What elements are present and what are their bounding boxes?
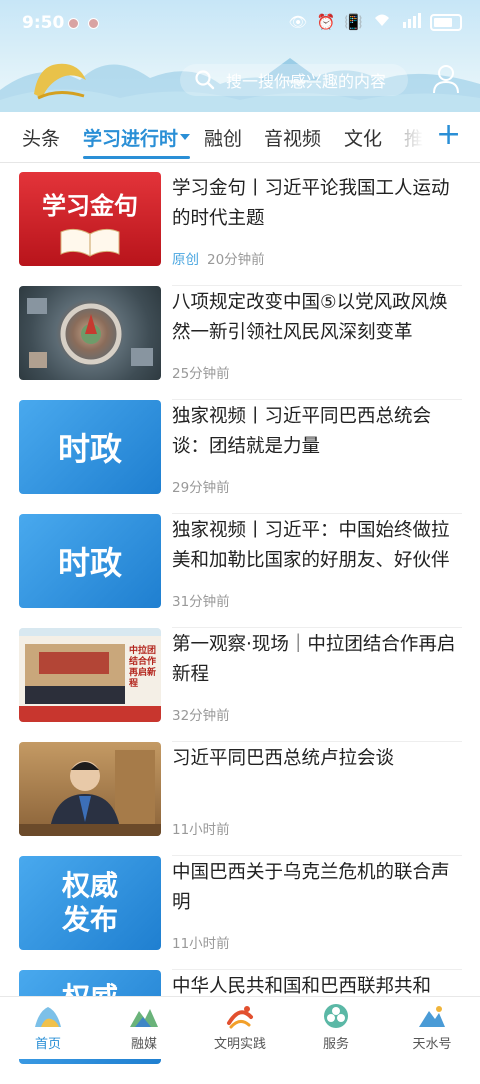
status-time: 9:50	[22, 13, 65, 33]
news-thumbnail	[19, 286, 161, 380]
list-item[interactable]: 习近平同巴西总统卢拉会谈 11小时前	[0, 742, 480, 856]
wifi-icon	[372, 12, 392, 32]
news-meta: 原创 20分钟前	[172, 248, 265, 268]
add-channel-icon[interactable]: +	[436, 120, 461, 150]
news-meta: 32分钟前	[172, 704, 230, 724]
news-source: 原创	[172, 252, 199, 268]
news-title[interactable]: 中国巴西关于乌克兰危机的联合声明	[172, 858, 462, 918]
chevron-down-icon	[180, 133, 191, 140]
app-header: 9:50 👁 ⏰ 📳 搜一搜你感兴趣的内容	[0, 0, 480, 112]
signal-icon	[401, 12, 421, 32]
news-time: 31分钟前	[172, 594, 230, 610]
bottom-navigation: 首页 融媒 文明实践 服务 天水号	[0, 996, 480, 1059]
search-placeholder: 搜一搜你感兴趣的内容	[226, 72, 387, 91]
notification-dot-icon	[68, 18, 79, 29]
tab-study[interactable]: 学习进行时	[83, 124, 191, 159]
battery-icon	[430, 13, 462, 31]
nav-tianshui[interactable]: 天水号	[392, 1003, 472, 1052]
news-meta: 11小时前	[172, 818, 230, 838]
tab-culture[interactable]: 文化	[344, 124, 382, 151]
search-bar[interactable]: 搜一搜你感兴趣的内容	[180, 64, 408, 96]
news-thumbnail: 学习金句	[19, 172, 161, 266]
list-item[interactable]: 中拉团结合作 再启新程 第一观察·现场｜中拉团结合作再启新程 32分钟前	[0, 628, 480, 742]
news-title[interactable]: 习近平同巴西总统卢拉会谈	[172, 744, 462, 774]
news-time: 32分钟前	[172, 708, 230, 724]
news-time: 20分钟前	[207, 252, 265, 268]
thumbnail-caption: 时政	[57, 430, 122, 468]
news-time: 25分钟前	[172, 366, 230, 382]
alarm-icon: ⏰	[316, 13, 336, 31]
news-time: 11小时前	[172, 822, 230, 838]
nav-media[interactable]: 融媒	[104, 1003, 184, 1052]
thumbnail-caption: 时政	[57, 544, 122, 582]
nav-home[interactable]: 首页	[8, 1003, 88, 1052]
meeting-photo-image	[19, 750, 161, 836]
thumbnail-caption: 中拉团结合作 再启新程	[129, 646, 157, 689]
news-meta: 25分钟前	[172, 362, 230, 382]
news-title[interactable]: 独家视频丨习近平同巴西总统会谈：团结就是力量	[172, 402, 462, 462]
news-meta: 11小时前	[172, 932, 230, 952]
list-item[interactable]: 时政 独家视频丨习近平同巴西总统会谈：团结就是力量 29分钟前	[0, 400, 480, 514]
nav-civilization[interactable]: 文明实践	[200, 1003, 280, 1052]
news-thumbnail: 时政	[19, 400, 161, 494]
status-icons: 👁 ⏰ 📳	[289, 12, 462, 32]
list-item[interactable]: 学习金句 学习金句丨习近平论我国工人运动的时代主题 原创 20分钟前	[0, 172, 480, 286]
news-meta: 31分钟前	[172, 590, 230, 610]
civilization-icon	[227, 1006, 253, 1029]
eye-icon: 👁	[288, 13, 308, 31]
tab-rongchuang[interactable]: 融创	[204, 124, 242, 151]
news-thumbnail: 权威发布	[19, 856, 161, 950]
news-time: 29分钟前	[172, 480, 230, 496]
notification-dot-icon	[88, 18, 99, 29]
news-title[interactable]: 独家视频丨习近平：中国始终做拉美和加勒比国家的好朋友、好伙伴	[172, 516, 462, 576]
thumbnail-caption: 权威发布	[61, 869, 118, 936]
search-icon	[195, 70, 215, 90]
app-logo-icon	[34, 63, 86, 100]
home-icon	[35, 1007, 61, 1027]
news-thumbnail: 时政	[19, 514, 161, 608]
news-title[interactable]: 第一观察·现场｜中拉团结合作再启新程	[172, 630, 462, 690]
news-thumbnail: 中拉团结合作 再启新程	[19, 628, 161, 722]
list-item[interactable]: 八项规定改变中国⑤以党风政风焕然一新引领社风民风深刻变革 25分钟前	[0, 286, 480, 400]
news-thumbnail	[19, 742, 161, 836]
list-item[interactable]: 时政 独家视频丨习近平：中国始终做拉美和加勒比国家的好朋友、好伙伴 31分钟前	[0, 514, 480, 628]
tianshui-icon	[419, 1006, 445, 1027]
mountain-icon	[130, 1009, 158, 1027]
news-title[interactable]: 学习金句丨习近平论我国工人运动的时代主题	[172, 174, 462, 234]
tab-headline[interactable]: 头条	[22, 124, 60, 151]
news-title[interactable]: 八项规定改变中国⑤以党风政风焕然一新引领社风民风深刻变革	[172, 288, 462, 348]
aerial-city-image	[27, 298, 153, 368]
service-icon	[324, 1004, 348, 1028]
vibrate-icon: 📳	[344, 13, 363, 31]
news-time: 11小时前	[172, 936, 230, 952]
tab-audio-video[interactable]: 音视频	[264, 124, 321, 151]
user-profile-icon[interactable]	[432, 64, 460, 94]
news-meta: 29分钟前	[172, 476, 230, 496]
book-icon	[60, 228, 120, 257]
nav-service[interactable]: 服务	[296, 1003, 376, 1052]
list-item[interactable]: 权威发布 中国巴西关于乌克兰危机的联合声明 11小时前	[0, 856, 480, 970]
